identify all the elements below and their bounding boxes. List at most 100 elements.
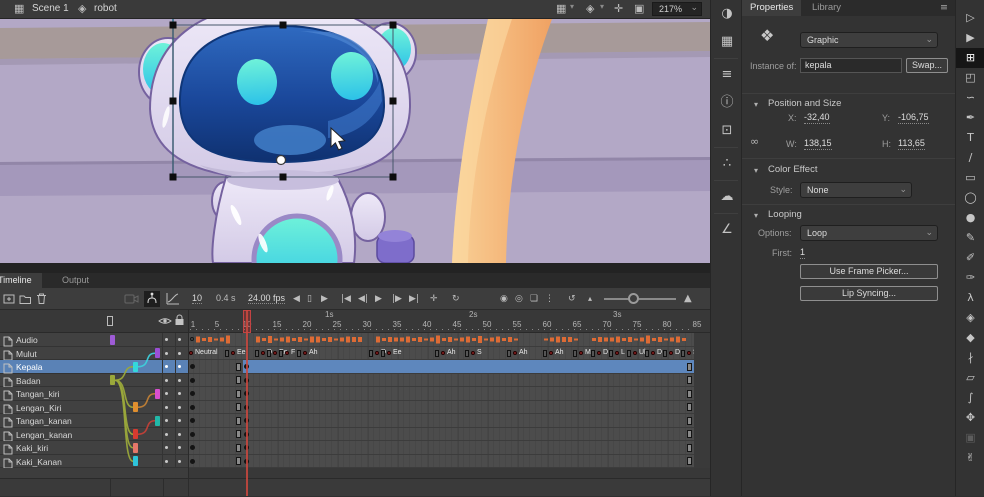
tab-library[interactable]: Library — [804, 0, 849, 16]
bone-tool[interactable]: λ — [956, 288, 984, 308]
layer-lock-dot[interactable] — [178, 460, 181, 463]
keyframe-dot[interactable] — [190, 337, 194, 341]
loop-options-select[interactable]: Loop ⌄ — [800, 225, 938, 241]
first-frame-value[interactable]: 1 — [800, 247, 805, 259]
prev-keyframe-button[interactable]: ◀ — [293, 292, 300, 306]
position-section-title[interactable]: Position and Size — [768, 98, 841, 109]
mouth-keyframe-dot[interactable] — [231, 351, 235, 355]
use-frame-picker-button[interactable]: Use Frame Picker... — [800, 264, 938, 279]
layer-parent-swatch[interactable] — [110, 335, 115, 345]
color-section-caret-icon[interactable]: ▾ — [754, 166, 758, 175]
layer-parent-swatch[interactable] — [155, 389, 160, 399]
line-tool[interactable]: ∕ — [956, 148, 984, 168]
track-row-lengan_kiri[interactable] — [188, 401, 694, 415]
layer-parent-swatch[interactable] — [133, 443, 138, 453]
paint-brush-tool[interactable]: ✐ — [956, 248, 984, 268]
mouth-keyframe-dot[interactable] — [615, 351, 619, 355]
layer-row-kaki_kiri[interactable]: Kaki_kiri — [0, 441, 188, 455]
style-select[interactable]: None ⌄ — [800, 182, 912, 198]
last-frame-button[interactable]: ▶| — [409, 292, 419, 306]
layer-visibility-dot[interactable] — [165, 406, 168, 409]
layer-row-audio[interactable]: Audio — [0, 333, 188, 347]
track-row-tangan_kanan[interactable] — [188, 414, 694, 428]
step-back-button[interactable]: ◀| — [358, 292, 368, 306]
mouth-keyframe-dot[interactable] — [273, 351, 277, 355]
track-row-audio[interactable] — [188, 333, 694, 347]
rectangle-tool[interactable]: ▭ — [956, 168, 984, 188]
layer-lock-dot[interactable] — [178, 338, 181, 341]
edit-scene-button[interactable]: ▦ — [556, 2, 566, 15]
edit-symbols-button[interactable]: ◈ — [586, 2, 594, 15]
lip-syncing-button[interactable]: Lip Syncing... — [800, 286, 938, 301]
keyframe-dot[interactable] — [190, 432, 195, 437]
edit-multiple-frames-button[interactable]: ❏ — [530, 292, 538, 306]
tab-output[interactable]: Output — [52, 273, 99, 288]
panel-menu-icon[interactable]: ≡ — [932, 0, 956, 16]
layer-parent-swatch[interactable] — [155, 348, 160, 358]
w-value[interactable]: 138,15 — [804, 138, 832, 150]
layer-parent-swatch[interactable] — [133, 456, 138, 466]
eyedropper-tool[interactable]: ∤ — [956, 348, 984, 368]
transform-panel-icon[interactable]: ⊡ — [711, 117, 743, 145]
layer-row-kepala[interactable]: Kepala — [0, 360, 188, 374]
mouth-keyframe-dot[interactable] — [471, 351, 475, 355]
track-row-tangan_kiri[interactable] — [188, 387, 694, 401]
classic-brush-tool[interactable]: ✑ — [956, 268, 984, 288]
oval-tool[interactable]: ◯ — [956, 188, 984, 208]
step-forward-button[interactable]: |▶ — [392, 292, 402, 306]
timeline-zoom-slider-track[interactable] — [604, 298, 676, 300]
pen-tool[interactable]: ✒ — [956, 108, 984, 128]
gradient-transform-tool[interactable]: ◰ — [956, 68, 984, 88]
graph-view-button[interactable] — [166, 292, 180, 305]
layer-lock-dot[interactable] — [178, 406, 181, 409]
timeline-tracks[interactable]: NeutralEeDEeFAhDEeAhSAhAhMDLUhDDS — [188, 333, 710, 468]
position-section-caret-icon[interactable]: ▾ — [754, 100, 758, 109]
reset-timeline-zoom-button[interactable]: ↺ — [568, 292, 576, 306]
layer-row-tangan_kiri[interactable]: Tangan_kiri — [0, 387, 188, 401]
h-value[interactable]: 113,65 — [898, 138, 925, 150]
lock-column-icon[interactable] — [174, 314, 185, 326]
layer-lock-dot[interactable] — [178, 365, 181, 368]
lasso-tool[interactable]: ∽ — [956, 88, 984, 108]
play-button[interactable]: ▶ — [375, 292, 382, 306]
eraser-tool[interactable]: ▱ — [956, 368, 984, 388]
selected-frame-span[interactable] — [243, 360, 694, 373]
text-tool[interactable]: T — [956, 128, 984, 148]
modify-onion-markers-button[interactable]: ⋮ — [545, 292, 554, 306]
swatches-panel-icon[interactable]: ▦ — [711, 28, 743, 56]
keyframe-dot[interactable] — [190, 405, 195, 410]
visibility-column-icon[interactable] — [158, 316, 172, 326]
brush-library-panel-icon[interactable]: ∴ — [711, 150, 743, 178]
mouth-keyframe-dot[interactable] — [303, 351, 307, 355]
paint-bucket-tool[interactable]: ◈ — [956, 308, 984, 328]
mouth-keyframe-dot[interactable] — [669, 351, 673, 355]
looping-section-caret-icon[interactable]: ▾ — [754, 211, 758, 220]
mouth-keyframe-dot[interactable] — [513, 351, 517, 355]
layer-lock-dot[interactable] — [178, 446, 181, 449]
track-row-badan[interactable] — [188, 374, 694, 388]
mouth-keyframe-dot[interactable] — [261, 351, 265, 355]
layer-visibility-dot[interactable] — [165, 365, 168, 368]
camera-tool[interactable]: ▣ — [956, 428, 984, 448]
current-frame-marker[interactable]: ▯ — [307, 292, 312, 306]
track-row-mulut[interactable]: NeutralEeDEeFAhDEeAhSAhAhMDLUhDDS — [188, 347, 694, 361]
layer-row-lengan_kiri[interactable]: Lengan_Kiri — [0, 401, 188, 415]
center-frame-button[interactable]: ✛ — [430, 292, 438, 306]
new-folder-button[interactable] — [19, 292, 32, 305]
subselection-tool[interactable]: ▶ — [956, 28, 984, 48]
layer-lock-dot[interactable] — [178, 392, 181, 395]
keyframe-dot[interactable] — [190, 391, 195, 396]
layer-row-kaki_kanan[interactable]: Kaki_Kanan — [0, 455, 188, 469]
instance-name-field[interactable]: kepala — [800, 58, 902, 73]
center-stage-button[interactable]: ✛ — [614, 2, 623, 15]
symbol-type-select[interactable]: Graphic ⌄ — [800, 32, 938, 48]
track-row-kaki_kanan[interactable] — [188, 455, 694, 469]
layer-visibility-dot[interactable] — [165, 392, 168, 395]
motion-editor-panel-icon[interactable]: ∠ — [711, 216, 743, 244]
mouth-keyframe-dot[interactable] — [375, 351, 379, 355]
tab-properties[interactable]: Properties — [742, 0, 801, 16]
mouth-keyframe-dot[interactable] — [387, 351, 391, 355]
layer-visibility-dot[interactable] — [165, 338, 168, 341]
mouth-keyframe-dot[interactable] — [651, 351, 655, 355]
swap-button[interactable]: Swap... — [906, 58, 948, 73]
